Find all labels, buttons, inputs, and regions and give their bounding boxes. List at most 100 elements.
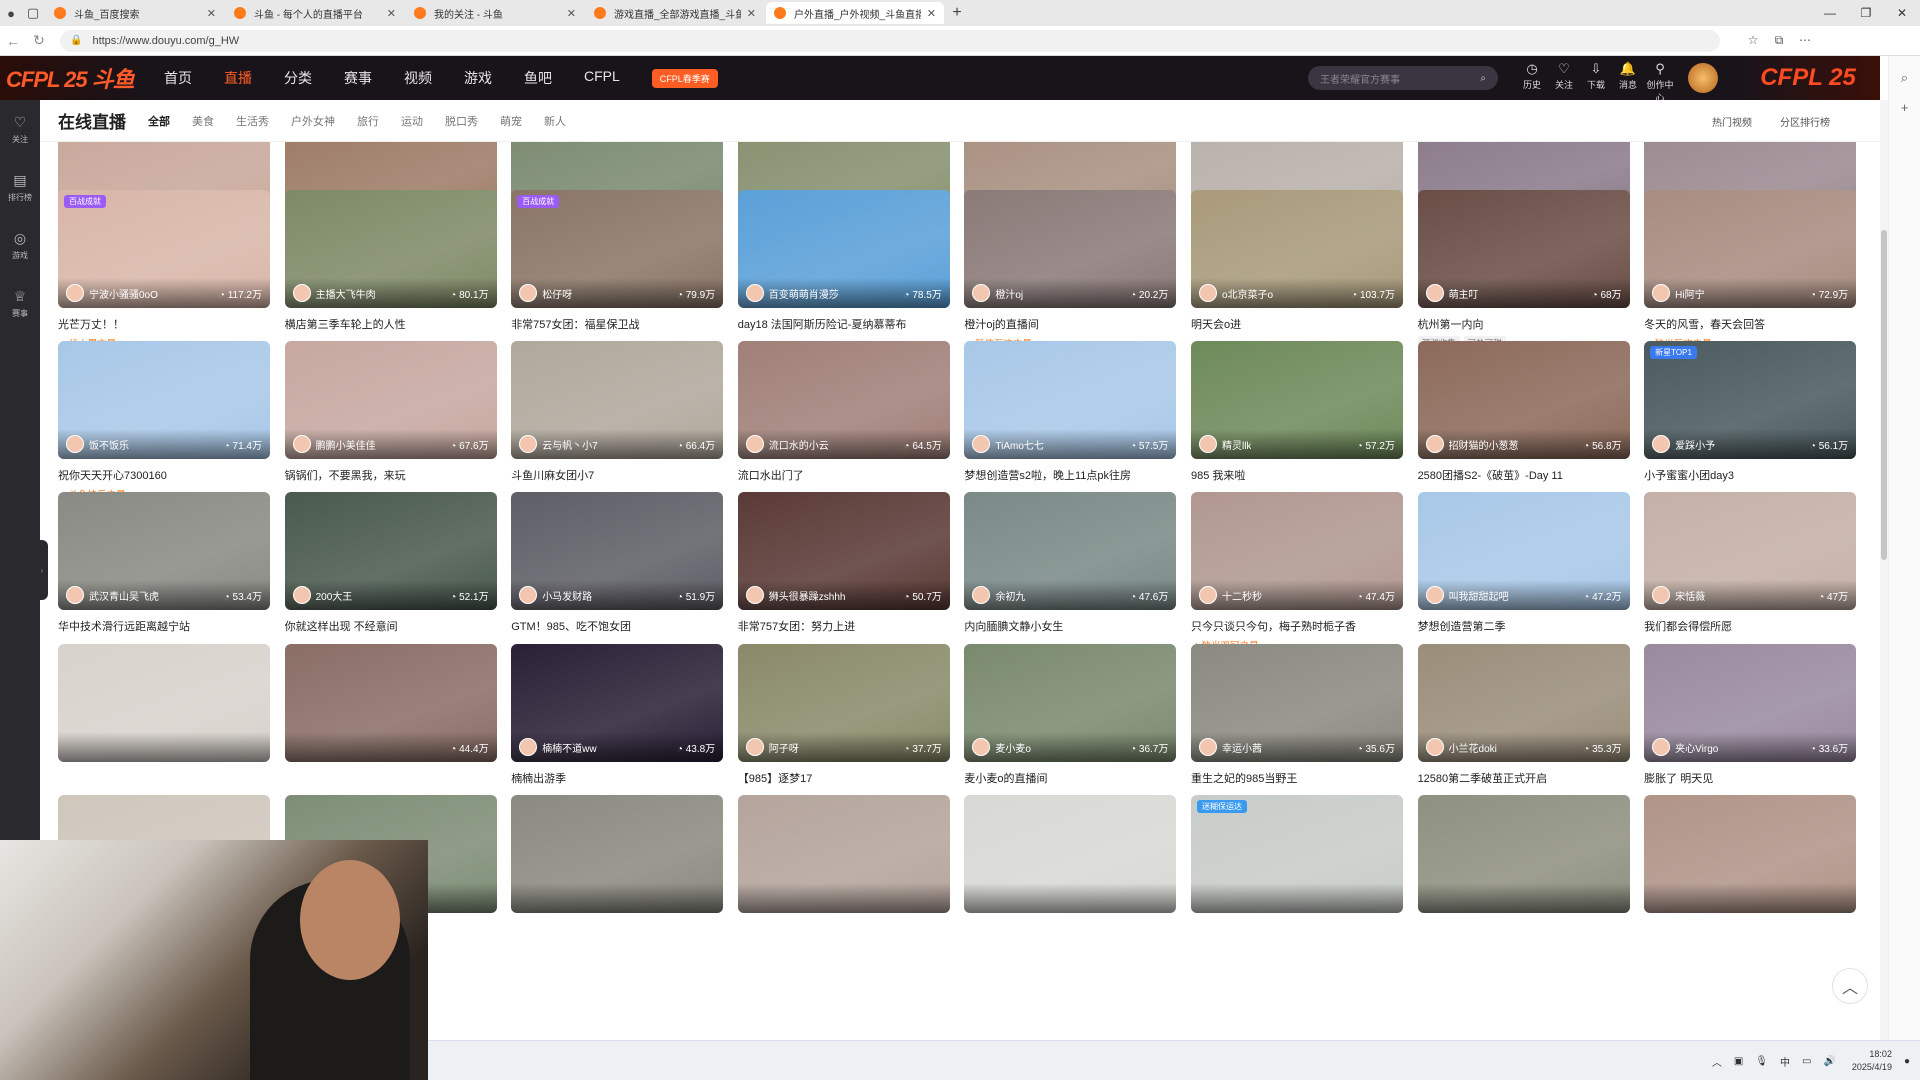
stream-thumbnail[interactable]: 主播大飞牛肉 ◔ 80.1万: [284, 190, 497, 308]
host-info[interactable]: 萌主叮: [1425, 284, 1479, 302]
user-avatar[interactable]: [1688, 63, 1718, 93]
host-info[interactable]: 橙汁oj: [972, 284, 1023, 302]
stream-title[interactable]: 光芒万丈！！: [58, 316, 270, 332]
add-sidebar-icon[interactable]: +: [1889, 100, 1920, 115]
host-info[interactable]: 幸运小茜: [1198, 738, 1262, 756]
host-info[interactable]: 流口水的小云: [745, 435, 829, 453]
host-info[interactable]: 鹏鹏小美佳佳: [292, 435, 376, 453]
stream-card[interactable]: 鹏鹏小美佳佳 ◔ 67.6万锅锅们，不要黑我，来玩: [284, 341, 497, 501]
ime-indicator[interactable]: 中: [1780, 1054, 1790, 1069]
stream-title[interactable]: 明天会o进: [1191, 316, 1403, 332]
url-field[interactable]: 🔒 https://www.douyu.com/g_HW: [60, 29, 1720, 52]
search-sidebar-icon[interactable]: ⌕: [1889, 70, 1920, 86]
stream-card[interactable]: 百战成就 松仔呀 ◔ 79.9万 非常757女团：福星保卫战: [511, 190, 724, 350]
filter-right-link[interactable]: 分区排行榜: [1780, 114, 1830, 129]
stream-thumbnail[interactable]: 百战成就 松仔呀 ◔ 79.9万: [511, 190, 724, 308]
stream-thumbnail[interactable]: 小马发财路 ◔ 51.9万: [511, 492, 724, 610]
header-message-button[interactable]: 🔔 消息: [1612, 60, 1644, 104]
host-info[interactable]: 夹心Virgo: [1652, 738, 1718, 756]
clock[interactable]: 18:02 2025/4/19: [1852, 1048, 1892, 1074]
rail-item-heart[interactable]: ♡ 关注: [0, 100, 40, 158]
filter-right-link[interactable]: 热门视频: [1712, 114, 1752, 129]
host-info[interactable]: 主播大飞牛肉: [292, 284, 376, 302]
maximize-button[interactable]: ❐: [1848, 0, 1884, 26]
stream-title[interactable]: 麦小麦o的直播间: [964, 770, 1176, 786]
stream-card[interactable]: [737, 795, 950, 931]
rail-item-trophy[interactable]: ♕ 赛事: [0, 274, 40, 332]
header-creator-button[interactable]: ⚲ 创作中心: [1644, 60, 1676, 104]
tab-actions-icon[interactable]: ▢: [22, 2, 44, 24]
volume-icon[interactable]: 🔊: [1823, 1056, 1835, 1067]
stream-thumbnail[interactable]: 狮头很暴躁zshhh ◔ 50.7万: [737, 492, 950, 610]
category-tab[interactable]: 户外女神: [291, 113, 335, 129]
stream-thumbnail[interactable]: [511, 795, 724, 913]
host-info[interactable]: 狮头很暴躁zshhh: [745, 586, 845, 604]
host-info[interactable]: 楠楠不道ww: [519, 738, 597, 756]
stream-card[interactable]: [511, 795, 724, 931]
host-info[interactable]: 余初九: [972, 586, 1025, 604]
host-info[interactable]: 招财猫的小葱葱: [1425, 435, 1519, 453]
nav-item[interactable]: 鱼吧: [524, 68, 552, 88]
close-window-button[interactable]: ✕: [1884, 0, 1920, 26]
stream-thumbnail[interactable]: 余初九 ◔ 47.6万: [964, 492, 1177, 610]
stream-card[interactable]: 流口水的小云 ◔ 64.5万 流口水出门了: [737, 341, 950, 501]
category-tab[interactable]: 全部: [148, 113, 170, 129]
stream-card[interactable]: [1417, 795, 1630, 931]
refresh-icon[interactable]: ↻: [26, 32, 52, 49]
stream-card[interactable]: 百战成就宁波小骚骚0oO◔ 117.2万光芒万丈！！✓ 伐木累之星: [58, 190, 270, 350]
stream-thumbnail[interactable]: 十二秒秒 ◔ 47.4万: [1190, 492, 1403, 610]
stream-thumbnail[interactable]: 新星TOP1 爱踩小予 ◔ 56.1万: [1644, 341, 1857, 459]
stream-thumbnail[interactable]: [1417, 795, 1630, 913]
stream-card[interactable]: 百变萌萌肖漫莎 ◔ 78.5万 day18 法国阿斯历险记-夏纳慕蒂布: [737, 190, 950, 350]
stream-thumbnail[interactable]: 小兰花doki ◔ 35.3万: [1417, 644, 1630, 762]
stream-thumbnail[interactable]: [964, 795, 1177, 913]
stream-card[interactable]: [964, 795, 1177, 931]
stream-title[interactable]: 梦想创造营第二季: [1418, 618, 1630, 634]
stream-card[interactable]: 楠楠不道ww ◔ 43.8万 楠楠出游季: [511, 644, 724, 804]
stream-title[interactable]: 2580团播S2-《破茧》-Day 11: [1418, 467, 1630, 483]
stream-card[interactable]: 新星TOP1 爱踩小予 ◔ 56.1万 小予蜜蜜小团day3: [1644, 341, 1857, 501]
rail-item-rank[interactable]: ▤ 排行榜: [0, 158, 40, 216]
mic-icon[interactable]: 🎙: [1755, 1056, 1768, 1067]
host-info[interactable]: 爱踩小予: [1652, 435, 1715, 453]
close-tab-icon[interactable]: ✕: [567, 7, 576, 20]
back-icon[interactable]: ←: [0, 33, 26, 49]
header-follow-button[interactable]: ♡ 关注: [1548, 60, 1580, 104]
stream-thumbnail[interactable]: 阿子呀 ◔ 37.7万: [737, 644, 950, 762]
stream-card[interactable]: 小兰花doki ◔ 35.3万 12580第二季破茧正式开启: [1417, 644, 1630, 804]
rail-item-game[interactable]: ◎ 游戏: [0, 216, 40, 274]
back-to-top-button[interactable]: ︿: [1832, 968, 1868, 1004]
host-info[interactable]: 十二秒秒: [1198, 586, 1262, 604]
host-info[interactable]: 宁波小骚骚0oO: [66, 284, 158, 302]
stream-card[interactable]: ◔ 44.4万: [284, 644, 497, 804]
nav-item[interactable]: 直播: [224, 68, 252, 88]
stream-title[interactable]: 锅锅们，不要黑我，来玩: [285, 467, 497, 483]
category-tab[interactable]: 美食: [192, 113, 214, 129]
stream-title[interactable]: 只今只谈只今句，梅子熟时栀子香: [1191, 618, 1403, 634]
stream-card[interactable]: Hi阿宁◔ 72.9万冬天的风雪，春天会回答✓ 独光互欢之星: [1644, 190, 1857, 350]
stream-thumbnail[interactable]: [58, 644, 270, 762]
stream-title[interactable]: 内向腼腆文静小女生: [964, 618, 1176, 634]
rail-expand-handle[interactable]: ›: [36, 540, 48, 600]
favorite-icon[interactable]: ☆: [1740, 33, 1766, 48]
stream-card[interactable]: 主播大飞牛肉 ◔ 80.1万横店第三季车轮上的人性: [284, 190, 497, 350]
stream-title[interactable]: 华中技术滑行远距离越宁站: [58, 618, 270, 634]
stream-title[interactable]: 横店第三季车轮上的人性: [285, 316, 497, 332]
stream-title[interactable]: 非常757女团：努力上进: [738, 618, 950, 634]
stream-card[interactable]: 叫我甜甜起吧 ◔ 47.2万 梦想创造营第二季: [1417, 492, 1630, 652]
host-info[interactable]: 云与帆丶小7: [519, 435, 598, 453]
stream-title[interactable]: 梦想创造营s2啦，晚上11点pk往房: [964, 467, 1176, 483]
stream-title[interactable]: 12580第二季破茧正式开启: [1418, 770, 1630, 786]
stream-thumbnail[interactable]: 鹏鹏小美佳佳 ◔ 67.6万: [284, 341, 497, 459]
stream-thumbnail[interactable]: TiAmo七七 ◔ 57.5万: [964, 341, 1177, 459]
stream-card[interactable]: 200大王 ◔ 52.1万 你就这样出现 不经意间: [284, 492, 497, 652]
stream-title[interactable]: GTM！985、吃不饱女团: [511, 618, 723, 634]
stream-title[interactable]: 重生之妃的985当野王: [1191, 770, 1403, 786]
stream-card[interactable]: 橙汁oj◔ 20.2万橙汁oj的直播间✓ 颜值互欢之星: [964, 190, 1177, 350]
scrollbar-thumb[interactable]: [1881, 230, 1887, 560]
stream-thumbnail[interactable]: Hi阿宁 ◔ 72.9万: [1644, 190, 1857, 308]
browser-tab[interactable]: 游戏直播_全部游戏直播_斗鱼直播 ✕: [586, 2, 764, 24]
host-info[interactable]: 百变萌萌肖漫莎: [745, 284, 839, 302]
stream-card[interactable]: 招财猫的小葱葱 ◔ 56.8万 2580团播S2-《破茧》-Day 11: [1417, 341, 1630, 501]
host-info[interactable]: 精灵llk: [1198, 435, 1251, 453]
